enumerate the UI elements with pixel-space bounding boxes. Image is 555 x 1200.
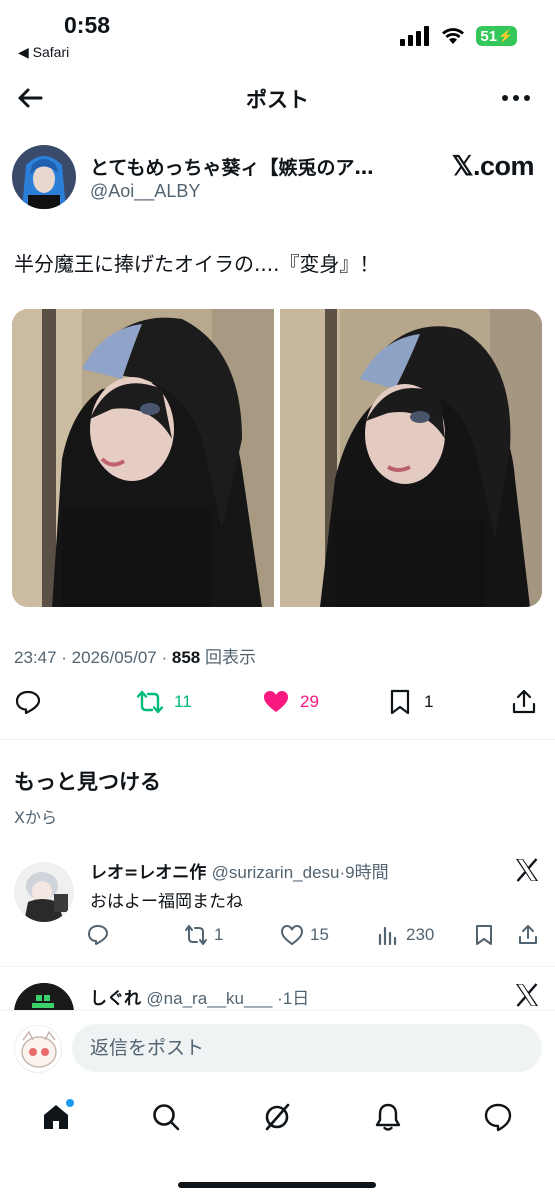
bookmark-button[interactable]: 1 (386, 680, 433, 724)
nav-notifications[interactable] (368, 1097, 408, 1137)
author-name[interactable]: とてもめっちゃ葵ィ【嫉兎のア… (90, 153, 390, 180)
status-time: 0:58 (64, 12, 111, 38)
bookmark-count: 1 (424, 692, 434, 711)
related-like-count: 15 (310, 925, 329, 944)
nav-search[interactable] (146, 1097, 186, 1137)
bookmark-icon (476, 925, 492, 945)
related-post-separator: · (272, 989, 283, 1008)
page-title: ポスト (246, 88, 309, 112)
related-post-time: 9時間 (345, 863, 389, 882)
post-view-count: 858 (171, 648, 201, 667)
post-author: とてもめっちゃ葵ィ【嫉兎のア… @Aoi__ALBY 𝕏.com (12, 145, 542, 215)
post-meta: 23:47 · 2026/05/07 · 858 回表示 (14, 648, 256, 667)
x-com-badge: 𝕏.com (451, 151, 535, 181)
battery-level: 51 (480, 27, 498, 45)
more-options-icon[interactable] (499, 84, 533, 112)
heart-icon (281, 925, 303, 945)
nav-grok[interactable] (257, 1097, 297, 1137)
related-post-actions: 1 15 230 (86, 923, 546, 953)
author-handle[interactable]: @Aoi__ALBY (90, 181, 200, 202)
post-views-label: 回表示 (204, 648, 256, 667)
related-views-button[interactable]: 230 (376, 923, 434, 947)
author-avatar[interactable] (12, 145, 76, 209)
related-repost-button[interactable]: 1 (184, 923, 223, 947)
nav-header: ポスト (0, 70, 555, 126)
cellular-signal-icon (400, 26, 430, 46)
discover-subtitle: Xから (14, 808, 57, 827)
share-button[interactable] (510, 680, 538, 724)
share-icon (512, 689, 536, 714)
related-post[interactable]: しぐれ @na_ra__ku___ ·1日 (0, 967, 555, 1010)
status-icons: 51 ⚡ (400, 26, 517, 46)
views-chart-icon (378, 926, 397, 946)
reply-button[interactable] (14, 680, 42, 724)
x-logo-icon (516, 983, 538, 1007)
reply-icon (15, 690, 41, 715)
nav-messages[interactable] (478, 1097, 518, 1137)
notification-dot (66, 1099, 74, 1107)
repost-button[interactable]: 11 (136, 680, 192, 724)
message-icon (484, 1103, 512, 1132)
bell-icon (375, 1103, 401, 1131)
related-post-name[interactable]: しぐれ (90, 989, 141, 1009)
related-share-button[interactable] (516, 923, 540, 947)
post-photo-1[interactable] (12, 309, 274, 607)
related-post-handle[interactable]: @na_ra__ku___ (146, 989, 272, 1008)
post-action-bar: 11 29 1 (0, 680, 555, 724)
post-photo-2[interactable] (280, 309, 542, 607)
post-media (12, 309, 542, 607)
related-post-header: レオ=レオニ作 @surizarin_desu·9時間 (90, 858, 389, 883)
reply-bar (0, 1010, 555, 1085)
related-view-count: 230 (406, 925, 435, 944)
related-repost-count: 1 (214, 925, 224, 944)
related-post[interactable]: レオ=レオニ作 @surizarin_desu·9時間 おはよー福岡またね 1 … (0, 850, 555, 965)
x-logo-icon (516, 858, 538, 882)
repost-count: 11 (174, 692, 192, 711)
repost-icon (136, 690, 164, 714)
wifi-icon (442, 28, 465, 44)
related-reply-button[interactable] (86, 923, 110, 947)
post-date: 2026/05/07 (71, 648, 157, 667)
discover-title: もっと見つける (14, 770, 161, 794)
nav-home[interactable] (36, 1097, 76, 1137)
related-post-avatar[interactable] (14, 862, 74, 922)
related-post-handle[interactable]: @surizarin_desu (212, 863, 340, 882)
search-icon (153, 1104, 180, 1131)
like-button[interactable]: 29 (262, 680, 319, 724)
related-post-time: 1日 (282, 989, 310, 1008)
bookmark-icon (390, 689, 410, 715)
heart-filled-icon (264, 691, 288, 712)
home-indicator (178, 1182, 376, 1188)
reply-icon (88, 925, 108, 945)
back-to-safari-link[interactable]: ◀ Safari (18, 44, 69, 61)
related-post-name[interactable]: レオ=レオニ作 (90, 863, 206, 883)
divider (0, 739, 555, 740)
post-text: 半分魔王に捧げたオイラの....『変身』！ (14, 252, 380, 276)
charging-icon: ⚡ (498, 29, 513, 43)
status-bar: 0:58 ◀ Safari 51 ⚡ (0, 0, 555, 70)
post-time: 23:47 (14, 648, 57, 667)
repost-icon (185, 925, 207, 945)
related-post-header: しぐれ @na_ra__ku___ ·1日 (90, 984, 309, 1009)
related-bookmark-button[interactable] (472, 923, 496, 947)
related-post-avatar[interactable] (14, 983, 74, 1010)
reply-input[interactable] (72, 1024, 542, 1072)
like-count: 29 (300, 692, 319, 711)
battery-indicator: 51 ⚡ (476, 26, 517, 46)
related-like-button[interactable]: 15 (280, 923, 329, 947)
grok-icon (265, 1103, 290, 1131)
share-icon (519, 925, 537, 944)
bottom-nav (0, 1085, 555, 1200)
current-user-avatar[interactable] (14, 1025, 62, 1073)
related-post-text: おはよー福岡またね (90, 892, 243, 912)
